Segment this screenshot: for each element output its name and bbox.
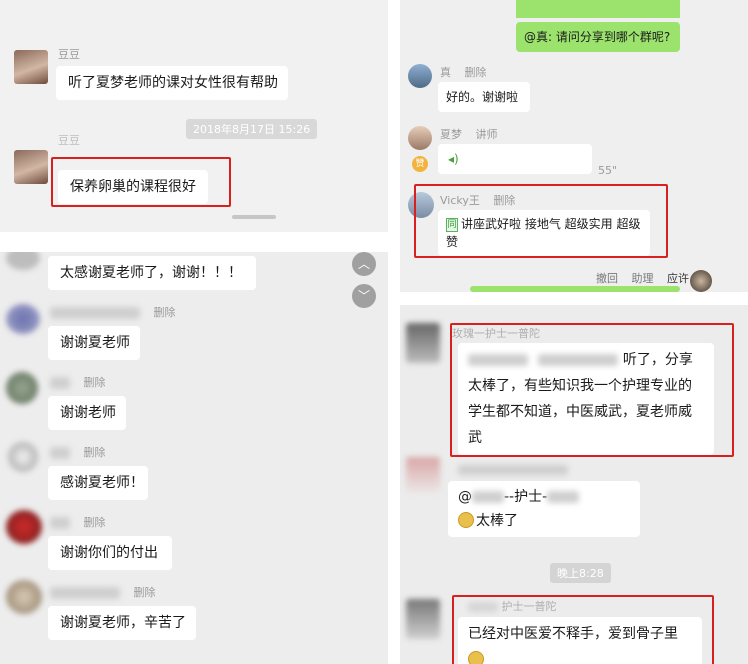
avatar[interactable] bbox=[8, 442, 38, 472]
message-bubble[interactable]: 谢谢夏老师 bbox=[48, 326, 140, 360]
delete-link[interactable]: 删除 bbox=[465, 66, 487, 79]
message-text: 谢谢夏老师 bbox=[60, 335, 130, 351]
chat-panel-top-right: @真: 请问分享到哪个群呢? 真 删除 好的。谢谢啦 赞 夏梦 讲师 ◂) 55… bbox=[400, 0, 748, 292]
sender-name: 真 删除 bbox=[440, 66, 487, 79]
voice-duration: 55" bbox=[598, 164, 618, 177]
sender-name: 删除 bbox=[50, 444, 106, 460]
voice-message-bubble[interactable]: ◂) bbox=[438, 144, 592, 174]
message-bubble[interactable]: @ --护士- 太棒了 bbox=[448, 481, 640, 537]
lecturer-tag: 讲师 bbox=[475, 128, 498, 141]
chat-panel-bottom-right: 玫瑰一护士一普陀 听了，分享太棒了，有些知识我一个护理专业的学生都不知道，中医威… bbox=[400, 305, 748, 664]
sender-name: 夏梦 讲师 bbox=[440, 128, 498, 141]
message-bubble[interactable]: 太感谢夏老师了，谢谢！！！ bbox=[48, 256, 256, 290]
sender-name: 删除 bbox=[50, 514, 106, 530]
message-text: 谢谢你们的付出 bbox=[60, 545, 158, 561]
chevron-down-icon: ﹀ bbox=[357, 289, 370, 303]
chevron-up-icon: ︿ bbox=[357, 257, 370, 271]
message-text: 谢谢夏老师，辛苦了 bbox=[60, 615, 186, 631]
green-bubble-edge bbox=[470, 286, 680, 292]
delete-link[interactable]: 删除 bbox=[84, 516, 106, 529]
delete-link[interactable]: 删除 bbox=[84, 376, 106, 389]
reply-action[interactable]: 应许 bbox=[667, 272, 689, 285]
delete-link[interactable]: 删除 bbox=[84, 446, 106, 459]
sender-name bbox=[458, 463, 568, 476]
message-text: 太棒了 bbox=[476, 513, 518, 529]
voice-wave-icon: ◂) bbox=[448, 152, 459, 166]
avatar[interactable] bbox=[690, 270, 712, 292]
message-bubble[interactable]: 好的。谢谢啦 bbox=[438, 82, 530, 112]
green-bubble-top bbox=[516, 0, 680, 18]
avatar[interactable] bbox=[14, 150, 48, 184]
message-text: 太感谢夏老师了，谢谢！！！ bbox=[60, 265, 242, 281]
sender-name: 豆豆 bbox=[58, 48, 80, 61]
assistant-action[interactable]: 助理 bbox=[632, 272, 654, 285]
highlight-box bbox=[450, 323, 734, 457]
timestamp: 晚上8:28 bbox=[550, 563, 611, 583]
avatar[interactable] bbox=[6, 304, 40, 334]
scrollbar-indicator[interactable] bbox=[232, 215, 276, 219]
mention-middle: --护士- bbox=[504, 489, 548, 505]
sender-name: 删除 bbox=[50, 304, 176, 320]
recall-action[interactable]: 撤回 bbox=[596, 272, 618, 285]
highlight-box bbox=[414, 184, 668, 258]
avatar[interactable] bbox=[406, 323, 440, 363]
chat-panel-top-left: 豆豆 听了夏梦老师的课对女性很有帮助 2018年8月17日 15:26 豆豆 保… bbox=[0, 0, 388, 232]
highlight-box bbox=[51, 157, 231, 207]
message-bubble[interactable]: 谢谢老师 bbox=[48, 396, 126, 430]
avatar[interactable] bbox=[6, 252, 40, 270]
sender-name: 删除 bbox=[50, 584, 156, 600]
message-text: 感谢夏老师！ bbox=[60, 475, 144, 491]
message-bubble[interactable]: 听了夏梦老师的课对女性很有帮助 bbox=[56, 66, 288, 100]
message-bubble[interactable]: @真: 请问分享到哪个群呢? bbox=[516, 22, 680, 52]
message-text: 好的。谢谢啦 bbox=[446, 90, 519, 104]
highlight-box bbox=[452, 595, 714, 664]
scroll-up-button[interactable]: ︿ bbox=[352, 252, 376, 276]
message-text: @真: 请问分享到哪个群呢? bbox=[524, 30, 671, 44]
message-text: 谢谢老师 bbox=[60, 405, 116, 421]
avatar[interactable] bbox=[408, 64, 432, 88]
scroll-down-button[interactable]: ﹀ bbox=[352, 284, 376, 308]
delete-link[interactable]: 删除 bbox=[154, 306, 176, 319]
timestamp: 2018年8月17日 15:26 bbox=[186, 119, 318, 139]
avatar[interactable] bbox=[6, 510, 42, 544]
message-text: 听了夏梦老师的课对女性很有帮助 bbox=[68, 75, 278, 91]
avatar[interactable] bbox=[408, 126, 432, 150]
message-bubble[interactable]: 谢谢夏老师，辛苦了 bbox=[48, 606, 196, 640]
avatar[interactable] bbox=[6, 580, 42, 614]
message-bubble[interactable]: 谢谢你们的付出 bbox=[48, 536, 172, 570]
avatar[interactable] bbox=[406, 457, 440, 497]
sender-name: 豆豆 bbox=[58, 134, 80, 147]
grin-emoji-icon bbox=[458, 512, 474, 528]
avatar[interactable] bbox=[6, 372, 38, 404]
avatar[interactable] bbox=[14, 50, 48, 84]
delete-link[interactable]: 删除 bbox=[134, 586, 156, 599]
mention-prefix: @ bbox=[458, 489, 472, 505]
chat-panel-bottom-left: 太感谢夏老师了，谢谢！！！ ︿ ﹀ 删除 谢谢夏老师 删除 谢谢老师 删除 感谢… bbox=[0, 252, 388, 664]
avatar[interactable] bbox=[406, 599, 440, 639]
sender-name: 删除 bbox=[50, 374, 106, 390]
message-bubble[interactable]: 感谢夏老师！ bbox=[48, 466, 148, 500]
praise-badge[interactable]: 赞 bbox=[412, 156, 428, 172]
bottom-action-bar: 撤回 助理 应许 bbox=[596, 270, 689, 286]
